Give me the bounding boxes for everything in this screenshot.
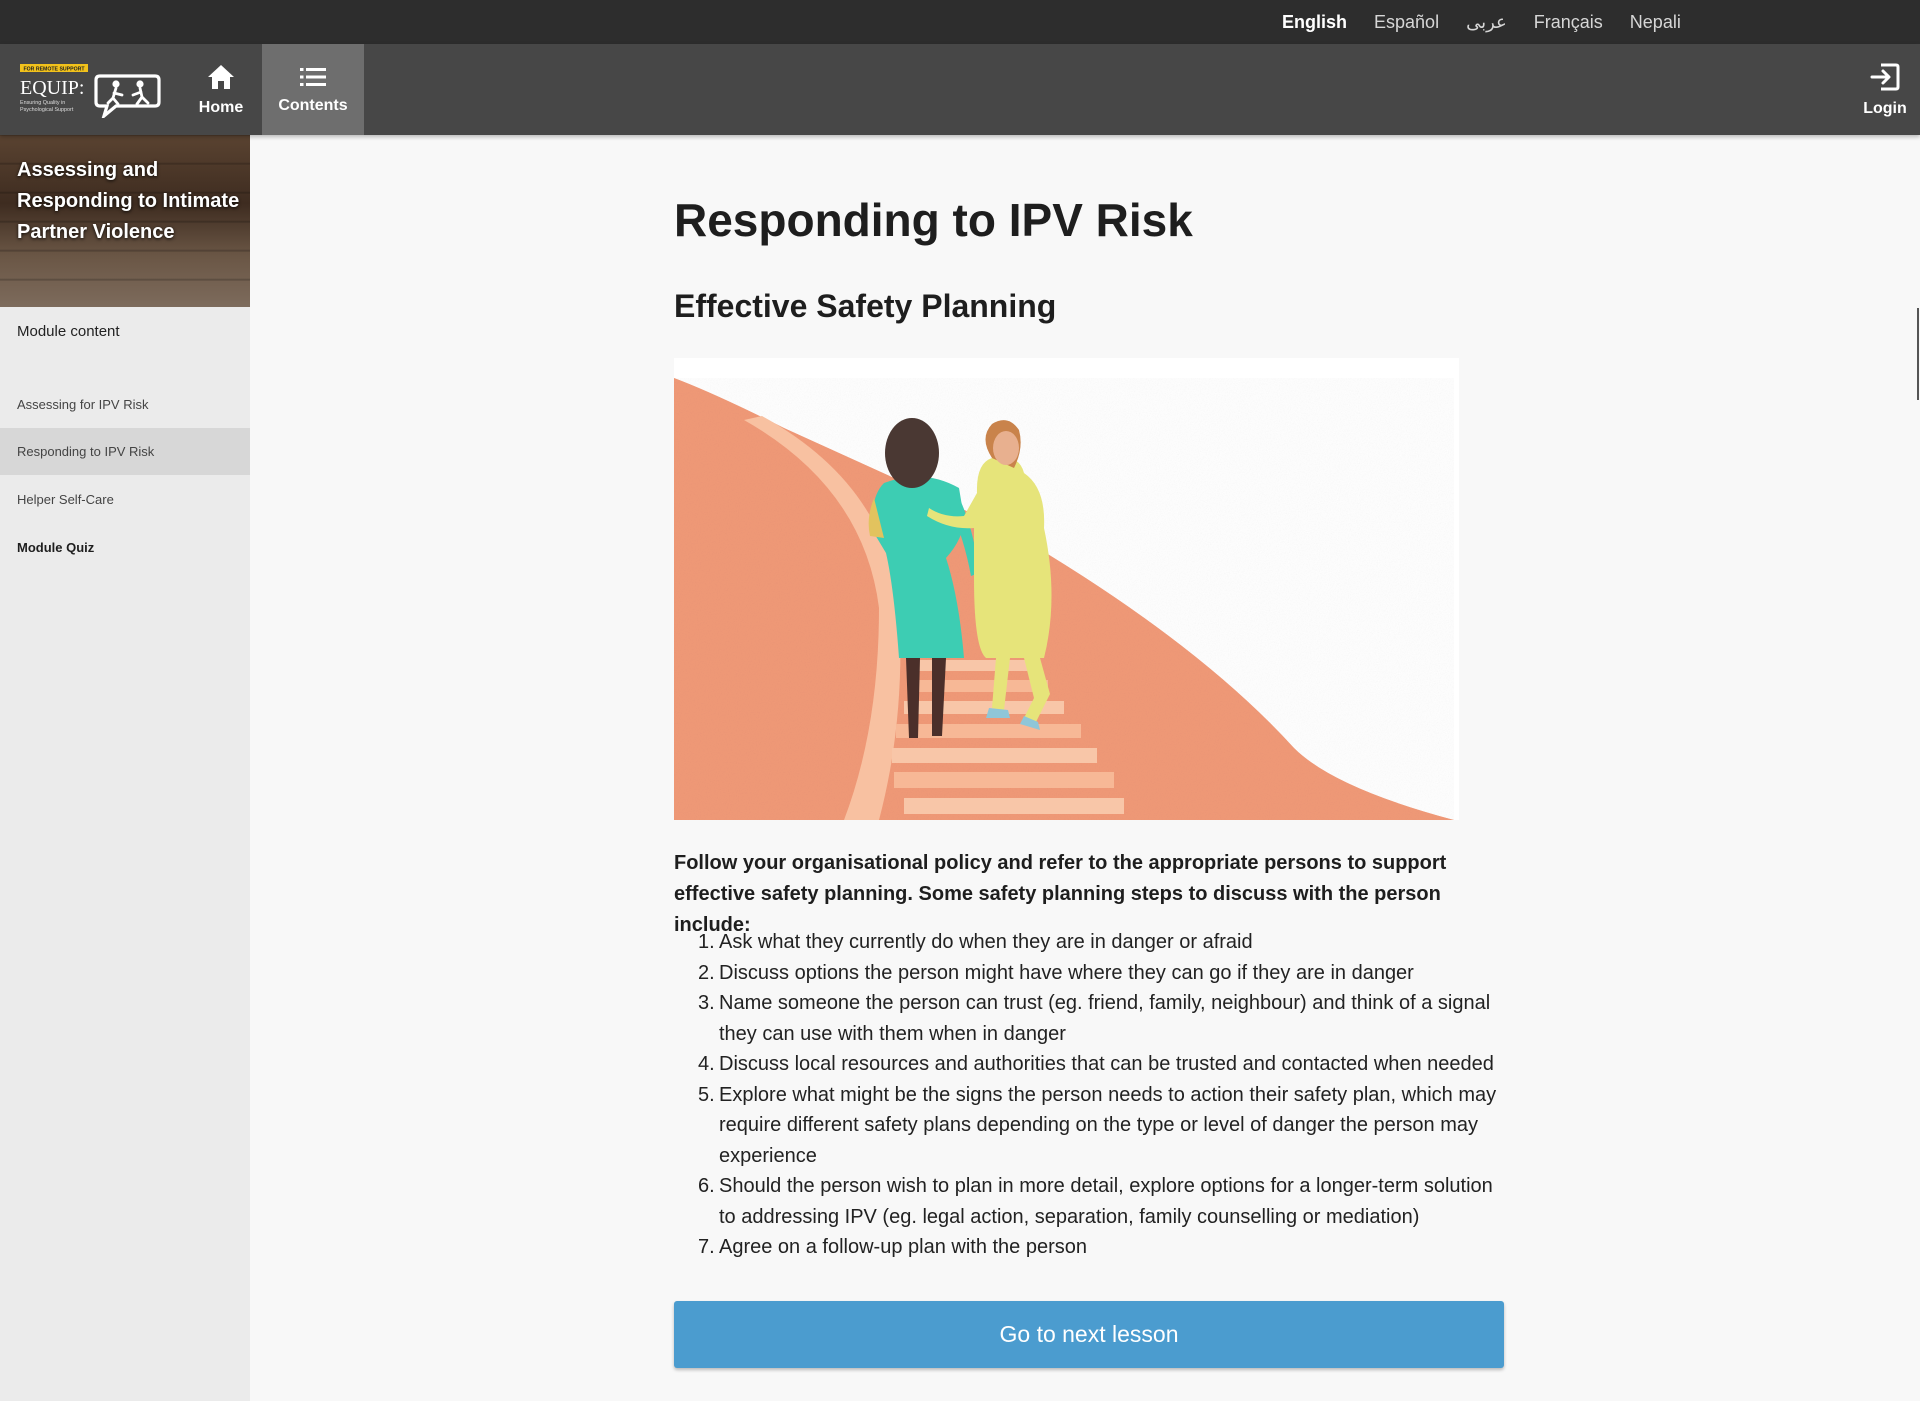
sidebar: Assessing and Responding to Intimate Par…: [0, 135, 250, 1401]
scrollbar-thumb[interactable]: [1917, 308, 1919, 400]
language-bar: English Español عربى Français Nepali: [0, 0, 1920, 44]
list-item: 1. Ask what they currently do when they a…: [698, 931, 1253, 953]
home-button[interactable]: Home: [181, 44, 261, 135]
module-banner: Assessing and Responding to Intimate Par…: [0, 135, 250, 307]
logo-name: EQUIP:: [20, 77, 84, 99]
page-title: Responding to IPV Risk: [674, 194, 1193, 246]
list-item: 2. Discuss options the person might have …: [698, 961, 1414, 984]
speech-bubble-icon: [94, 74, 161, 118]
login-label: Login: [1863, 99, 1907, 117]
step-text: Ask what they currently do when they are…: [719, 931, 1253, 953]
equip-logo[interactable]: FOR REMOTE SUPPORT EQUIP: Ensuring Quali…: [16, 62, 162, 118]
module-content-heading: Module content: [17, 323, 120, 340]
home-icon: [208, 64, 234, 89]
logo-tagline-2: Psychological Support: [20, 107, 74, 113]
language-arabic[interactable]: عربى: [1466, 12, 1507, 33]
sidebar-item-helper-self-care[interactable]: Helper Self-Care: [0, 476, 250, 523]
login-icon: [1870, 63, 1900, 90]
list-icon: [300, 67, 326, 86]
list-item: 3. Name someone the person can trust (eg.…: [698, 992, 1491, 1045]
step-text: Explore what might be the signs the pers…: [719, 1083, 1497, 1167]
step-text: Should the person wish to plan in more d…: [719, 1175, 1493, 1228]
list-item: 7. Agree on a follow-up plan with the per…: [698, 1236, 1088, 1258]
contents-button[interactable]: Contents: [262, 44, 364, 135]
list-item: 4. Discuss local resources and authoritie…: [698, 1053, 1494, 1075]
contents-label: Contents: [278, 96, 348, 114]
language-french[interactable]: Français: [1534, 12, 1603, 33]
section-title: Effective Safety Planning: [674, 288, 1057, 324]
sidebar-item-assessing-ipv-risk[interactable]: Assessing for IPV Risk: [0, 381, 250, 428]
home-label: Home: [198, 98, 244, 116]
sidebar-item-responding-ipv-risk[interactable]: Responding to IPV Risk: [0, 428, 250, 475]
logo-tagline-1: Ensuring Quality in: [20, 100, 65, 106]
logo-tag: FOR REMOTE SUPPORT: [23, 66, 85, 72]
safety-planning-illustration: [674, 358, 1459, 820]
list-item: 5. Explore what might be the signs the pe…: [698, 1083, 1497, 1167]
login-button[interactable]: Login: [1850, 44, 1920, 135]
language-spanish[interactable]: Español: [1374, 12, 1439, 33]
language-nepali[interactable]: Nepali: [1630, 12, 1681, 33]
language-english[interactable]: English: [1282, 12, 1347, 33]
main-navigation: FOR REMOTE SUPPORT EQUIP: Ensuring Quali…: [0, 44, 1920, 135]
step-text: Discuss options the person might have wh…: [719, 961, 1414, 984]
next-lesson-button[interactable]: Go to next lesson: [674, 1301, 1504, 1368]
module-title: Assessing and Responding to Intimate Par…: [17, 159, 240, 243]
list-item: 6. Should the person wish to plan in more…: [698, 1175, 1493, 1228]
step-text: Agree on a follow-up plan with the perso…: [719, 1236, 1088, 1258]
step-text: Name someone the person can trust (eg. f…: [719, 992, 1491, 1045]
language-list: English Español عربى Français Nepali: [1282, 0, 1708, 44]
sidebar-item-module-quiz[interactable]: Module Quiz: [0, 524, 250, 571]
safety-steps-list: 1. Ask what they currently do when they a…: [674, 927, 1504, 1263]
step-text: Discuss local resources and authorities …: [719, 1053, 1494, 1075]
